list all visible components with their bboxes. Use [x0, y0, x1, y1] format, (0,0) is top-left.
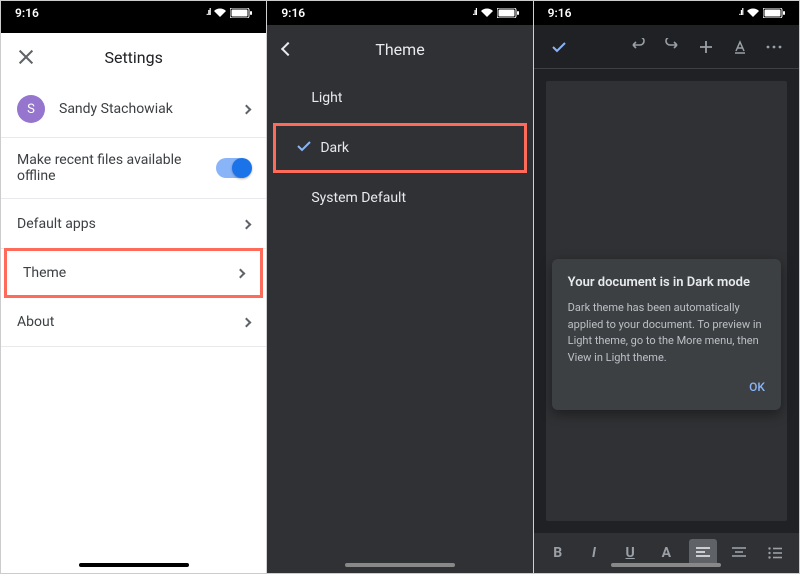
document-canvas[interactable]: Your document is in Dark mode Dark theme… — [534, 69, 799, 533]
account-row[interactable]: S Sandy Stachowiak — [1, 81, 266, 138]
theme-option-system[interactable]: System Default — [267, 173, 532, 223]
check-icon — [296, 138, 312, 158]
editor-toolbar — [534, 25, 799, 69]
status-bar: 9:16 .ıl — [534, 1, 799, 25]
page-title: Theme — [267, 40, 532, 59]
default-apps-row[interactable]: Default apps — [1, 199, 266, 249]
popup-title: Your document is in Dark mode — [568, 275, 765, 290]
dark-mode-popup: Your document is in Dark mode Dark theme… — [552, 259, 781, 410]
align-center-button[interactable] — [725, 539, 753, 567]
status-time: 9:16 — [15, 6, 39, 20]
chevron-right-icon — [243, 101, 250, 117]
wifi-icon — [480, 8, 494, 18]
cellular-icon: .ıl — [206, 8, 210, 18]
status-bar: 9:16 .ıl — [267, 1, 532, 25]
option-label: Dark — [320, 140, 349, 156]
offline-toggle[interactable] — [216, 158, 251, 178]
undo-icon[interactable] — [623, 32, 653, 62]
popup-body: Dark theme has been automatically applie… — [568, 300, 765, 366]
wifi-icon — [746, 8, 760, 18]
popup-ok-button[interactable]: OK — [568, 380, 765, 394]
offline-label: Make recent files available offline — [17, 152, 216, 184]
home-indicator[interactable] — [345, 563, 455, 567]
theme-label: Theme — [23, 265, 66, 281]
wifi-icon — [213, 8, 227, 18]
status-indicators: .ıl — [739, 8, 785, 18]
battery-icon — [230, 8, 252, 18]
more-menu-icon[interactable] — [759, 32, 789, 62]
chevron-right-icon — [243, 314, 250, 330]
theme-option-dark[interactable]: Dark — [273, 123, 526, 173]
insert-plus-icon[interactable] — [691, 32, 721, 62]
chevron-right-icon — [243, 216, 250, 232]
option-label: Light — [311, 90, 342, 106]
home-indicator[interactable] — [79, 563, 189, 567]
chevron-right-icon — [237, 265, 244, 281]
cellular-icon: .ıl — [739, 8, 743, 18]
offline-toggle-row[interactable]: Make recent files available offline — [1, 138, 266, 199]
text-format-icon[interactable] — [725, 32, 755, 62]
page-title: Settings — [1, 48, 266, 67]
battery-icon — [497, 8, 519, 18]
cellular-icon: .ıl — [472, 8, 476, 18]
done-check-icon[interactable] — [544, 32, 574, 62]
about-row[interactable]: About — [1, 297, 266, 347]
bullet-list-button[interactable] — [761, 539, 789, 567]
three-phone-comparison: 9:16 .ıl Settings S Sandy Stachowiak Mak… — [0, 0, 800, 574]
theme-row[interactable]: Theme — [4, 248, 263, 298]
redo-icon[interactable] — [657, 32, 687, 62]
phone-settings: 9:16 .ıl Settings S Sandy Stachowiak Mak… — [1, 1, 266, 573]
option-label: System Default — [311, 190, 406, 206]
format-toolbar: B I U A — [534, 533, 799, 573]
avatar: S — [17, 95, 45, 123]
phone-document: 9:16 .ıl Your document is in Dark mode D… — [533, 1, 799, 573]
battery-icon — [763, 8, 785, 18]
account-name: Sandy Stachowiak — [59, 101, 173, 117]
theme-header: Theme — [267, 25, 532, 73]
phone-theme: 9:16 .ıl Theme Light Dark System Default — [266, 1, 532, 573]
status-time: 9:16 — [281, 6, 305, 20]
about-label: About — [17, 314, 54, 330]
sheet-handle-area — [1, 25, 266, 33]
bold-button[interactable]: B — [544, 539, 572, 567]
status-indicators: .ıl — [472, 8, 518, 18]
default-apps-label: Default apps — [17, 216, 96, 232]
close-icon[interactable] — [17, 48, 35, 66]
status-bar: 9:16 .ıl — [1, 1, 266, 25]
status-time: 9:16 — [548, 6, 572, 20]
settings-header: Settings — [1, 33, 266, 81]
home-indicator[interactable] — [611, 563, 721, 567]
theme-option-light[interactable]: Light — [267, 73, 532, 123]
italic-button[interactable]: I — [580, 539, 608, 567]
status-indicators: .ıl — [206, 8, 252, 18]
